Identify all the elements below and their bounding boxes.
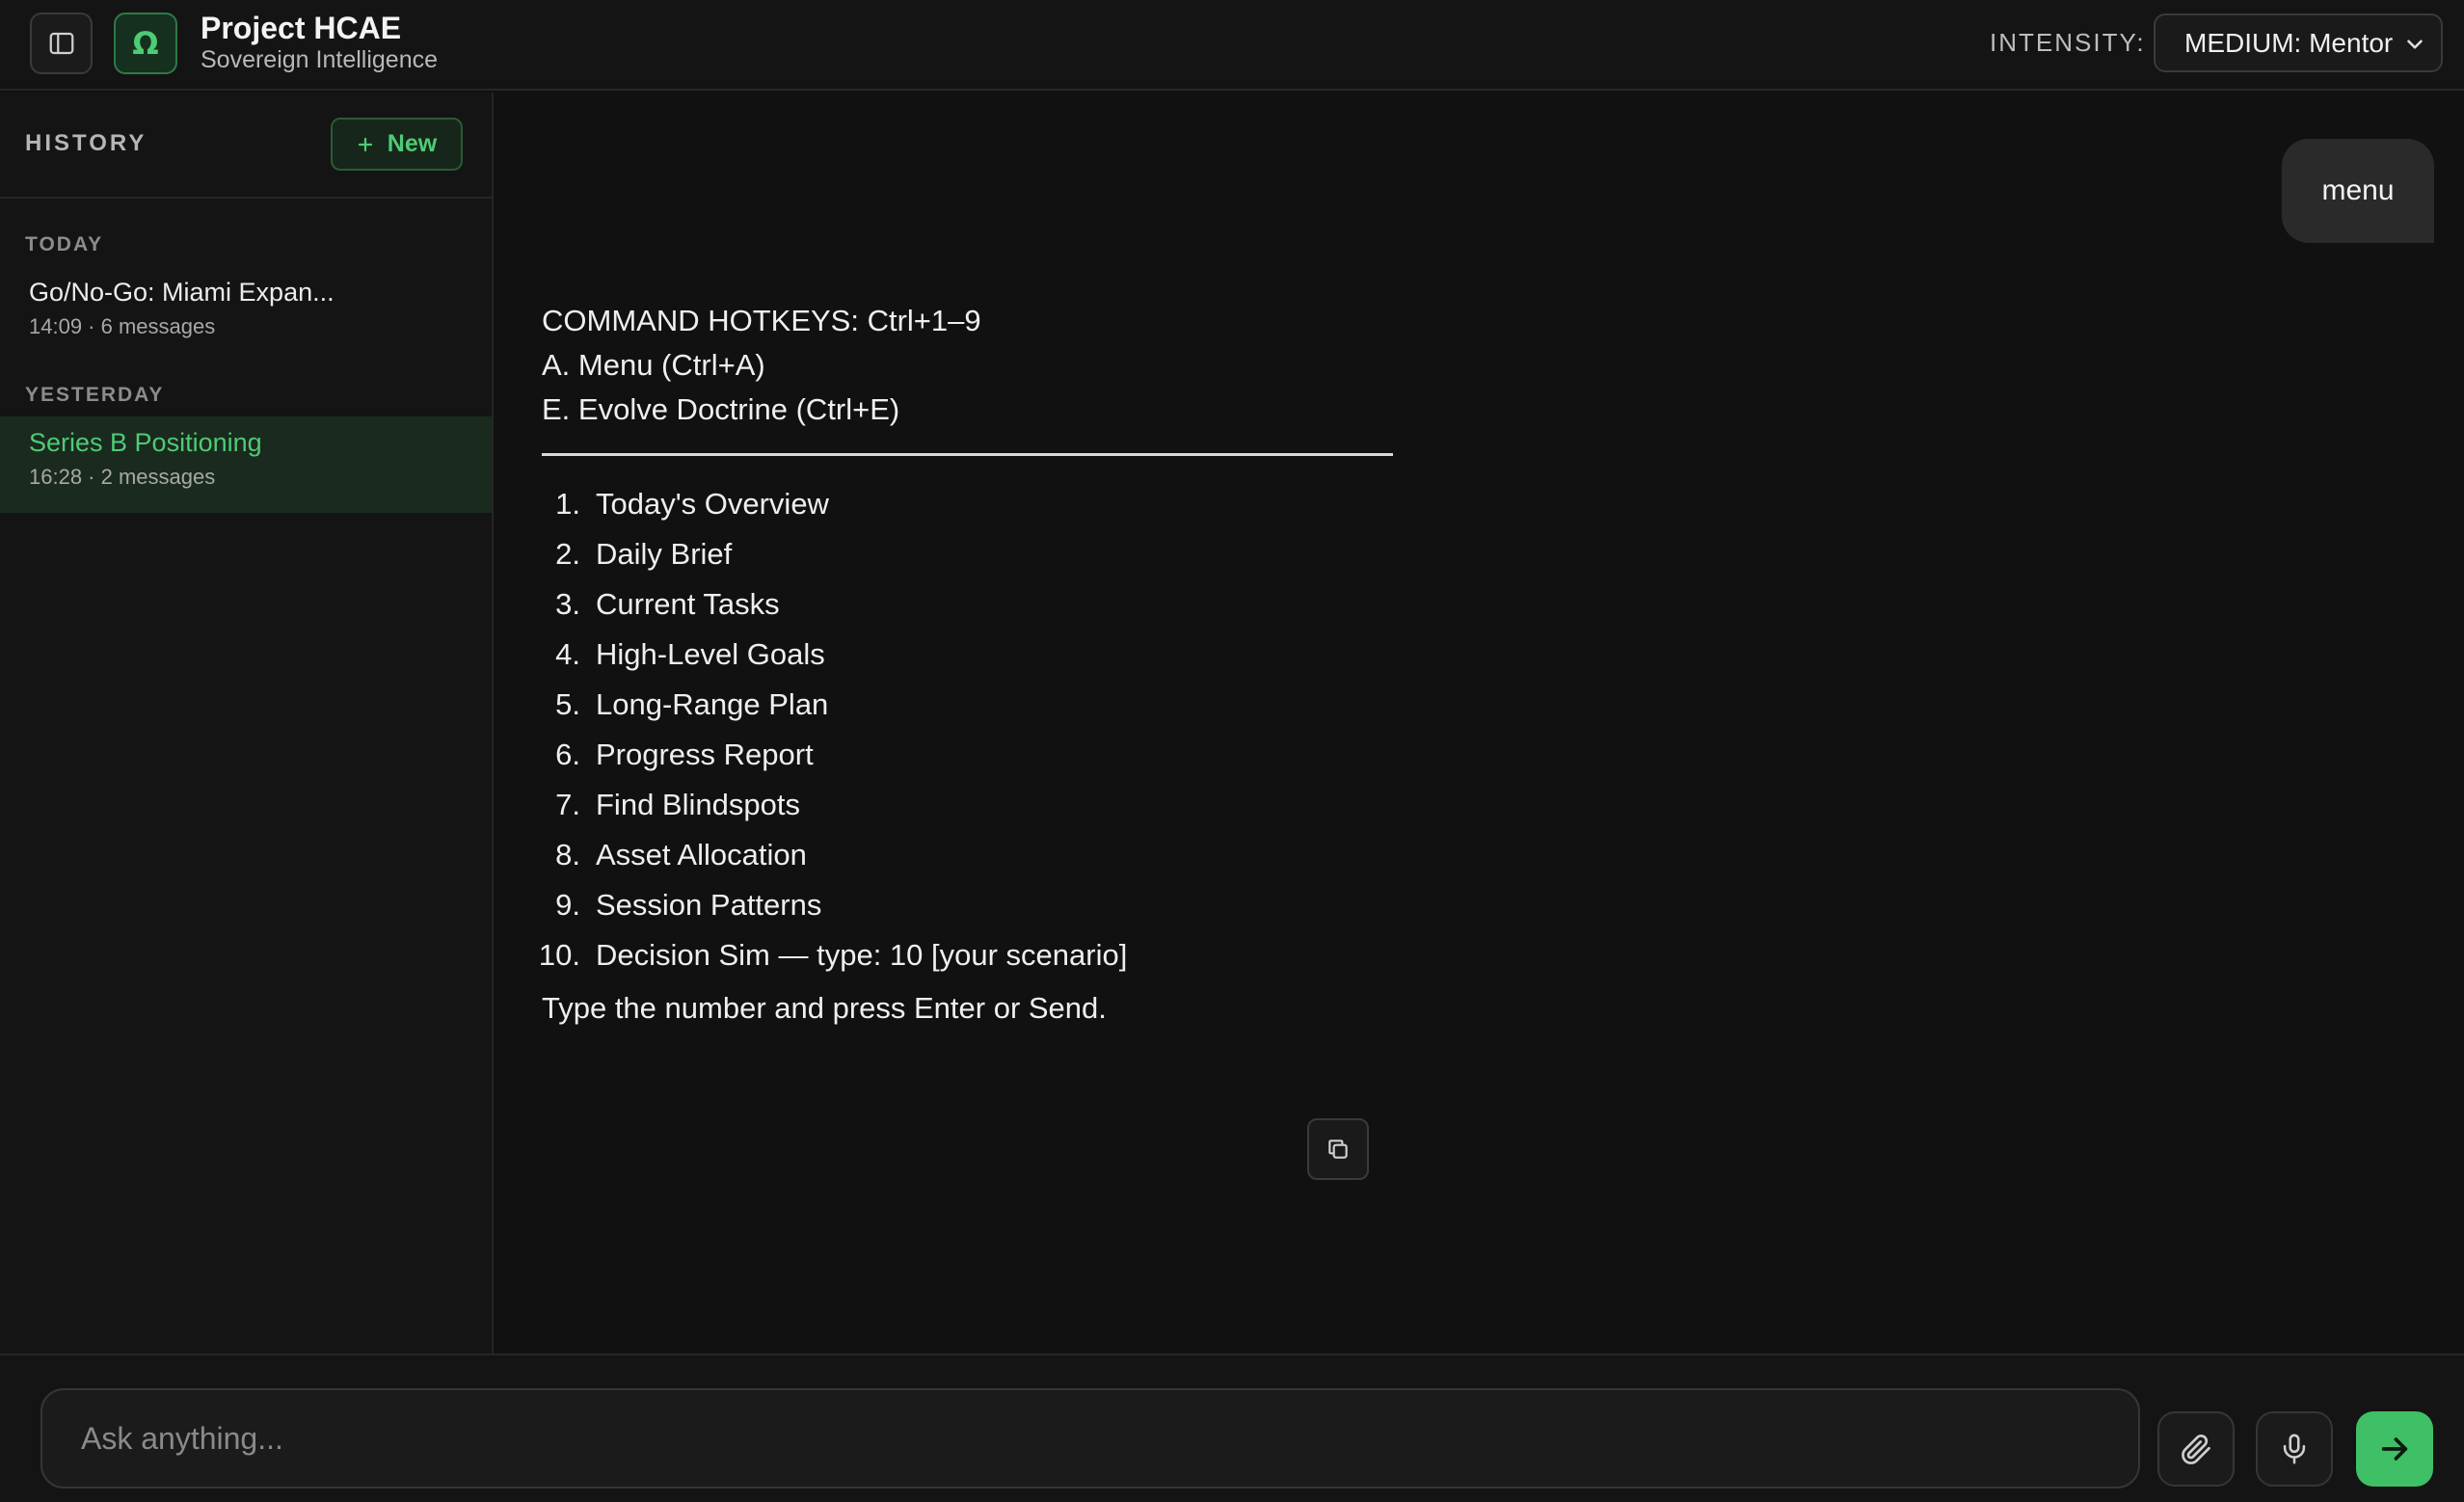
app-title: Project HCAE xyxy=(201,11,402,45)
app-subtitle: Sovereign Intelligence xyxy=(201,46,438,73)
ask-input[interactable] xyxy=(40,1388,2140,1489)
menu-item-number: 4. xyxy=(555,637,580,671)
intensity-value: MEDIUM: Mentor xyxy=(2184,27,2394,58)
menu-item: 5. Long-Range Plan xyxy=(542,680,1891,730)
menu-item-number: 1. xyxy=(555,487,580,521)
plus-icon xyxy=(358,137,372,151)
menu-item: 1. Today's Overview xyxy=(542,479,1891,529)
menu-item-number: 6. xyxy=(555,738,580,771)
menu-item-text: Session Patterns xyxy=(596,888,822,922)
menu-item-number: 5. xyxy=(555,687,580,721)
paperclip-icon xyxy=(2182,1435,2210,1464)
menu-item: 3. Current Tasks xyxy=(542,579,1891,630)
reply-divider xyxy=(542,453,1393,456)
menu-item-text: Progress Report xyxy=(596,738,814,771)
chat-panel: menu COMMAND HOTKEYS: Ctrl+1–9 A. Menu (… xyxy=(495,93,2464,1354)
user-message-bubble: menu xyxy=(2282,139,2434,243)
chevron-down-icon xyxy=(2407,40,2423,49)
copy-button[interactable] xyxy=(1307,1118,1369,1180)
menu-item: 10. Decision Sim — type: 10 [your scenari… xyxy=(539,930,1891,980)
menu-item-number: 10. xyxy=(538,938,580,972)
app-header: Ω Project HCAE Sovereign Intelligence IN… xyxy=(0,0,2464,91)
new-chat-button[interactable]: New xyxy=(331,118,463,171)
menu-item-number: 9. xyxy=(555,888,580,922)
history-heading: HISTORY xyxy=(25,130,147,156)
menu-item-text: Asset Allocation xyxy=(596,838,807,872)
intensity-label: INTENSITY: xyxy=(1990,28,2146,57)
menu-item: 7. Find Blindspots xyxy=(542,780,1891,830)
sidebar-toggle-button[interactable] xyxy=(30,13,93,74)
logo-glyph: Ω xyxy=(132,25,159,62)
user-message-text: menu xyxy=(2321,174,2395,206)
menu-item: 9. Session Patterns xyxy=(542,880,1891,930)
menu-item-text: Find Blindspots xyxy=(596,788,800,821)
conversation-meta: 14:09 · 6 messages xyxy=(29,314,216,338)
menu-item-text: High-Level Goals xyxy=(596,637,825,671)
microphone-icon xyxy=(2283,1434,2306,1464)
microphone-button[interactable] xyxy=(2256,1411,2333,1487)
omega-logo-icon: Ω xyxy=(114,13,177,74)
conversation-title: Series B Positioning xyxy=(29,428,262,457)
send-button[interactable] xyxy=(2356,1411,2433,1487)
reply-evolve-hotkey: E. Evolve Doctrine (Ctrl+E) xyxy=(542,392,900,426)
conversation-item[interactable]: Go/No-Go: Miami Expan... 14:09 · 6 messa… xyxy=(0,266,492,362)
new-chat-label: New xyxy=(387,130,438,157)
menu-item-text: Current Tasks xyxy=(596,587,780,621)
copy-icon xyxy=(1328,1140,1348,1159)
menu-item-number: 7. xyxy=(555,788,580,821)
command-menu-list: 1. Today's Overview 2. Daily Brief 3. Curre… xyxy=(539,479,1891,980)
menu-item-text: Daily Brief xyxy=(596,537,733,571)
reply-menu-hotkey: A. Menu (Ctrl+A) xyxy=(542,348,765,382)
menu-item: 6. Progress Report xyxy=(542,730,1891,780)
menu-item-number: 2. xyxy=(555,537,580,571)
history-sidebar: HISTORY New TODAY Go/No-Go: Miami Expan.… xyxy=(0,93,494,1354)
message-composer xyxy=(0,1354,2464,1502)
assistant-reply: COMMAND HOTKEYS: Ctrl+1–9 A. Menu (Ctrl+… xyxy=(539,299,1891,1031)
intensity-select[interactable]: MEDIUM: Mentor xyxy=(2154,13,2443,72)
menu-item: 2. Daily Brief xyxy=(542,529,1891,579)
menu-item-text: Long-Range Plan xyxy=(596,687,829,721)
group-label-yesterday: YESTERDAY xyxy=(25,384,165,406)
sidebar-divider xyxy=(0,197,492,199)
menu-item-text: Decision Sim — type: 10 [your scenario] xyxy=(596,938,1128,972)
conversation-item-active[interactable]: Series B Positioning 16:28 · 2 messages xyxy=(0,416,492,513)
reply-instruction: Type the number and press Enter or Send. xyxy=(542,991,1107,1025)
arrow-right-icon xyxy=(2381,1437,2408,1461)
attach-button[interactable] xyxy=(2157,1411,2235,1487)
conversation-meta: 16:28 · 2 messages xyxy=(29,465,216,489)
menu-item: 4. High-Level Goals xyxy=(542,630,1891,680)
menu-item-number: 8. xyxy=(555,838,580,872)
menu-item: 8. Asset Allocation xyxy=(542,830,1891,880)
conversation-title: Go/No-Go: Miami Expan... xyxy=(29,278,335,307)
menu-item-text: Today's Overview xyxy=(596,487,829,521)
reply-hotkeys-line: COMMAND HOTKEYS: Ctrl+1–9 xyxy=(542,304,981,337)
sidebar-toggle-icon xyxy=(49,32,73,55)
menu-item-number: 3. xyxy=(555,587,580,621)
group-label-today: TODAY xyxy=(25,233,104,255)
